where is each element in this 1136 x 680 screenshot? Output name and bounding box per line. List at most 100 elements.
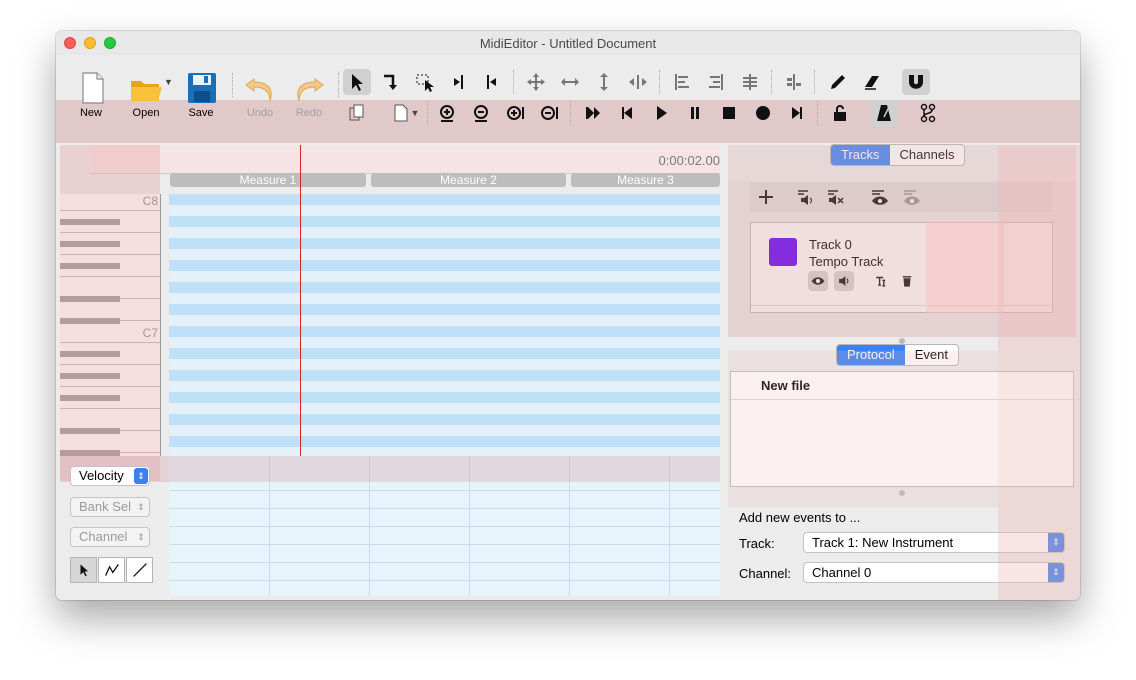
hide-all-tracks-button[interactable] — [898, 184, 926, 210]
play-button[interactable] — [647, 100, 675, 126]
eraser-tool[interactable] — [858, 69, 886, 95]
mute-all-tracks-button[interactable] — [822, 184, 850, 210]
tracks-channels-tabs: Tracks Channels — [830, 144, 966, 166]
misc-tool-group — [70, 557, 154, 583]
show-all-tracks-button[interactable] — [866, 184, 894, 210]
pencil-tool[interactable] — [824, 69, 852, 95]
quantize-icon — [787, 74, 801, 90]
move-arrows-icon — [527, 73, 545, 91]
piano-keyboard[interactable]: C8 C7 — [60, 194, 161, 456]
channel-select[interactable]: Channel ⇕ — [70, 527, 150, 547]
eraser-icon — [865, 76, 879, 90]
align-left-icon — [675, 74, 689, 90]
protocol-entry[interactable]: New file — [731, 372, 1073, 400]
step-back-icon — [622, 107, 632, 119]
stop-button[interactable] — [715, 100, 743, 126]
new-label: New — [79, 107, 102, 119]
open-label: Open — [132, 107, 160, 119]
box-select-tool[interactable] — [411, 69, 439, 95]
pause-button[interactable] — [681, 100, 709, 126]
select-right-icon — [487, 75, 496, 89]
playhead-cursor[interactable] — [300, 145, 301, 456]
equalize-tool[interactable] — [736, 69, 764, 95]
tab-event[interactable]: Event — [905, 345, 958, 365]
go-to-start-button[interactable] — [579, 100, 607, 126]
redo-button[interactable]: Redo — [284, 71, 334, 119]
quantize-tool[interactable] — [780, 69, 808, 95]
new-button[interactable]: New — [66, 71, 116, 119]
pause-icon — [691, 107, 699, 119]
paste-button[interactable]: ▼ — [387, 100, 423, 126]
forward-button[interactable] — [783, 100, 811, 126]
protocol-event-tabs: Protocol Event — [836, 344, 959, 366]
zoom-in-horizontal-button[interactable] — [501, 100, 529, 126]
delete-track-button[interactable] — [897, 271, 917, 291]
misc-line-tool[interactable] — [126, 557, 153, 583]
toolbar: New Open ▼ Save Undo Redo ▼ — [56, 55, 1080, 143]
add-track-button[interactable] — [752, 184, 780, 210]
rename-track-button[interactable] — [871, 271, 891, 291]
undo-label: Undo — [246, 107, 274, 119]
speaker-icon — [839, 276, 849, 286]
misc-freehand-tool[interactable] — [98, 557, 125, 583]
misc-pointer-tool[interactable] — [70, 557, 97, 583]
note-grid[interactable] — [169, 194, 720, 456]
magnet-tool[interactable] — [902, 69, 930, 95]
align-right-tool[interactable] — [702, 69, 730, 95]
track-item[interactable]: Track 0 Tempo Track — [751, 223, 1052, 306]
zoom-out-horizontal-button[interactable] — [535, 100, 563, 126]
zoom-out-vertical-icon — [474, 105, 488, 122]
time-ruler[interactable]: 0:00:02.00 — [90, 145, 720, 174]
plus-icon — [759, 190, 773, 204]
select-arrows-icon: ⇕ — [137, 532, 145, 542]
vertical-arrows-icon — [600, 73, 608, 91]
metronome-button[interactable] — [870, 100, 898, 126]
protocol-list: New file — [730, 371, 1074, 487]
move-vertical-tool[interactable] — [590, 69, 618, 95]
back-button[interactable] — [613, 100, 641, 126]
add-events-heading: Add new events to ... — [739, 510, 861, 525]
unmute-all-icon — [798, 190, 812, 205]
copy-button[interactable] — [343, 100, 371, 126]
measure-marker[interactable]: Measure 2 — [371, 173, 566, 187]
paste-icon — [394, 104, 408, 122]
arrow-cursor-icon — [352, 74, 363, 91]
zoom-in-vertical-button[interactable] — [433, 100, 461, 126]
midi-connections-button[interactable] — [914, 100, 942, 126]
bank-select-select[interactable]: Bank Sel ⇕ — [70, 497, 150, 517]
select-left-tool[interactable] — [445, 69, 473, 95]
copy-icon — [349, 104, 364, 121]
lock-screen-button[interactable] — [826, 100, 854, 126]
undo-icon — [245, 78, 272, 102]
eye-icon — [811, 277, 825, 285]
splitter-handle[interactable] — [899, 490, 905, 496]
select-single-tool[interactable] — [377, 69, 405, 95]
zoom-out-vertical-button[interactable] — [467, 100, 495, 126]
move-tool[interactable] — [522, 69, 550, 95]
track-select-value: Track 1: New Instrument — [812, 535, 954, 550]
measure-marker[interactable]: Measure 3 — [571, 173, 720, 187]
measure-marker[interactable]: Measure 1 — [170, 173, 366, 187]
channel-combo[interactable]: Channel 0 ⇕ — [803, 562, 1065, 583]
track-visibility-button[interactable] — [808, 271, 828, 291]
select-tool[interactable] — [343, 69, 371, 95]
equalize-icon — [743, 74, 757, 90]
open-dropdown-arrow-icon[interactable]: ▼ — [164, 77, 173, 87]
title-bar: MidiEditor - Untitled Document — [56, 31, 1080, 55]
align-left-tool[interactable] — [668, 69, 696, 95]
velocity-select[interactable]: Velocity ⇕ — [70, 466, 150, 486]
track-toolbar — [750, 182, 1052, 212]
record-button[interactable] — [749, 100, 777, 126]
select-right-tool[interactable] — [478, 69, 506, 95]
tab-protocol[interactable]: Protocol — [837, 345, 905, 365]
save-button[interactable]: Save — [176, 71, 226, 119]
size-change-tool[interactable] — [624, 69, 652, 95]
move-horizontal-tool[interactable] — [556, 69, 584, 95]
unmute-all-tracks-button[interactable] — [792, 184, 820, 210]
track-select[interactable]: Track 1: New Instrument ⇕ — [803, 532, 1065, 553]
align-right-icon — [709, 74, 723, 90]
tab-tracks[interactable]: Tracks — [831, 145, 890, 165]
track-audible-button[interactable] — [834, 271, 854, 291]
undo-button[interactable]: Undo — [235, 71, 285, 119]
tab-channels[interactable]: Channels — [890, 145, 965, 165]
